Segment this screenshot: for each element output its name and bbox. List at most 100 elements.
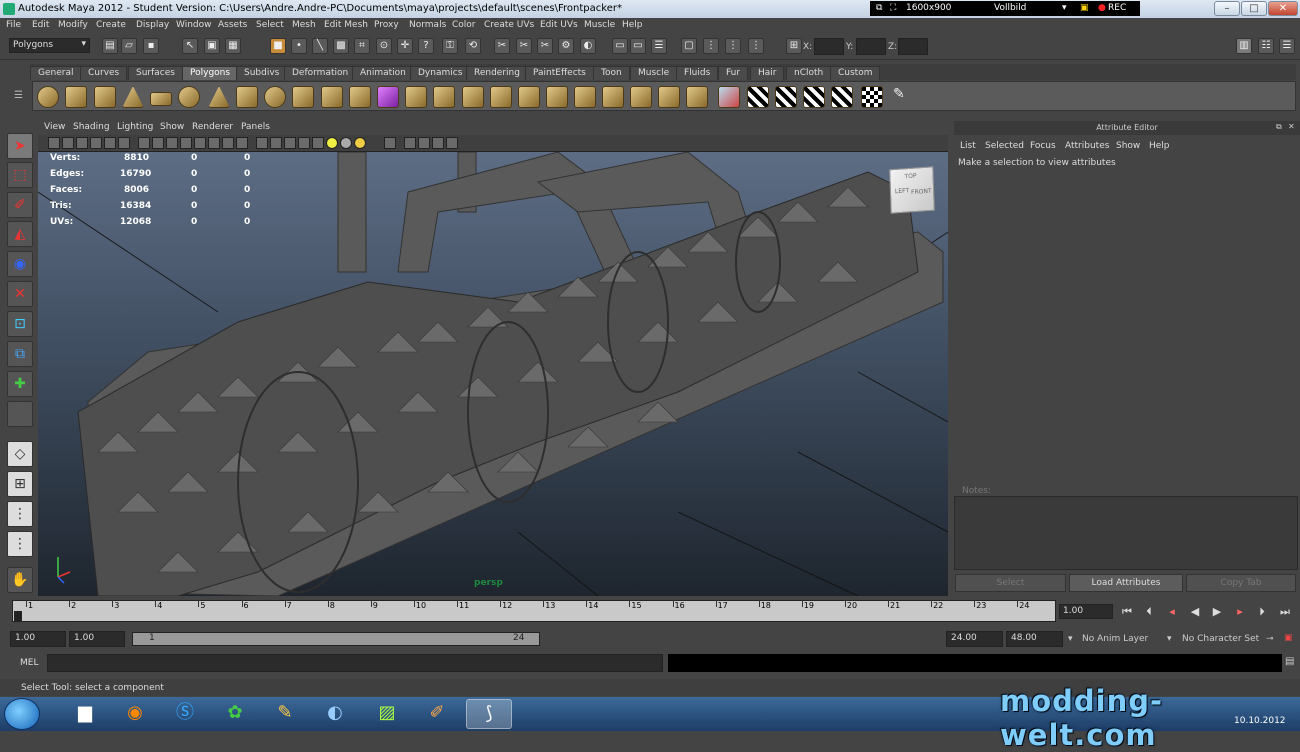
menu-muscle[interactable]: Muscle xyxy=(584,20,615,30)
single-perspective-layout-icon[interactable]: ◇ xyxy=(7,441,33,467)
z-field[interactable] xyxy=(898,38,928,55)
two-d-pan-icon[interactable] xyxy=(104,137,116,149)
notes-textarea[interactable] xyxy=(954,496,1298,570)
snap-curve-icon[interactable]: ⊙ xyxy=(376,38,392,54)
lock-icon[interactable]: ⚿ xyxy=(442,38,458,54)
shelf-tab-fluids[interactable]: Fluids xyxy=(676,66,719,80)
wedge-face-icon[interactable] xyxy=(630,86,652,108)
recorder-dropdown-icon[interactable]: ▾ xyxy=(1062,3,1067,13)
default-light-icon[interactable] xyxy=(354,137,366,149)
extract-icon[interactable] xyxy=(349,86,371,108)
menu-select[interactable]: Select xyxy=(256,20,284,30)
float-panel-icon[interactable]: ⧉ xyxy=(1276,122,1286,132)
anim-layer-dropdown[interactable]: No Anim Layer xyxy=(1082,634,1148,644)
close-button[interactable]: ✕ xyxy=(1268,1,1298,16)
extrude-icon[interactable] xyxy=(433,86,455,108)
rotate-tool-icon[interactable]: ◉ xyxy=(7,251,33,277)
shelf-tab-fur[interactable]: Fur xyxy=(718,66,749,80)
attr-menu-attributes[interactable]: Attributes xyxy=(1065,141,1109,151)
menu-help[interactable]: Help xyxy=(622,20,643,30)
shelf-tab-hair[interactable]: Hair xyxy=(750,66,785,80)
outliner-icon[interactable]: ☰ xyxy=(651,38,667,54)
show-manipulator-icon[interactable]: ✚ xyxy=(7,371,33,397)
transform-field-icon[interactable]: ⊞ xyxy=(786,38,802,54)
camera-icon[interactable]: ▣ xyxy=(1080,3,1089,13)
smooth-icon[interactable] xyxy=(377,86,399,108)
attr-menu-list[interactable]: List xyxy=(960,141,976,151)
attr-menu-focus[interactable]: Focus xyxy=(1030,141,1056,151)
hypergraph-icon[interactable]: ✋ xyxy=(7,567,33,593)
poly-cylinder-icon[interactable] xyxy=(94,86,116,108)
playback-start-field[interactable]: 1.00 xyxy=(69,631,125,647)
safe-action-icon[interactable] xyxy=(208,137,220,149)
panel-menu-show[interactable]: Show xyxy=(160,122,184,132)
poly-cube-icon[interactable] xyxy=(65,86,87,108)
perspective-viewport[interactable]: Verts: 8810 0 0 Edges: 16790 0 0 Faces: 8006 0 0 … xyxy=(38,152,948,596)
image-plane-icon[interactable] xyxy=(90,137,102,149)
view-cube-left[interactable]: LEFT xyxy=(895,187,909,195)
time-slider[interactable] xyxy=(12,600,1056,622)
shelf-tab-subdivs[interactable]: Subdivs xyxy=(236,66,288,80)
step-back-frame-icon[interactable]: ◂ xyxy=(1163,604,1181,620)
combine-icon[interactable] xyxy=(292,86,314,108)
channel-box-show-icon[interactable]: ☰ xyxy=(1279,38,1295,54)
poly-cone-icon[interactable] xyxy=(122,86,144,108)
select-by-object-icon[interactable]: ▣ xyxy=(204,38,220,54)
spherical-mapping-icon[interactable] xyxy=(803,86,825,108)
attr-menu-show[interactable]: Show xyxy=(1116,141,1140,151)
cylindrical-mapping-icon[interactable] xyxy=(775,86,797,108)
close-panel-icon[interactable]: ✕ xyxy=(1288,122,1298,132)
last-tool-icon[interactable] xyxy=(7,401,33,427)
panel-menu-shading[interactable]: Shading xyxy=(73,122,110,132)
shelf-tab-toon[interactable]: Toon xyxy=(593,66,630,80)
panel-menu-lighting[interactable]: Lighting xyxy=(117,122,153,132)
automatic-mapping-icon[interactable] xyxy=(831,86,853,108)
paint-app-icon[interactable]: ✐ xyxy=(414,699,460,729)
select-vertex-icon[interactable]: • xyxy=(291,38,307,54)
shelf-options-icon[interactable]: ☰ xyxy=(14,90,26,104)
gate-mask-icon[interactable] xyxy=(180,137,192,149)
select-by-hierarchy-icon[interactable]: ↖ xyxy=(182,38,198,54)
media-app-icon[interactable]: ◐ xyxy=(312,699,358,729)
offset-edge-loop-icon[interactable] xyxy=(546,86,568,108)
lasso-tool-icon[interactable]: ⬚ xyxy=(7,162,33,188)
load-attributes-button[interactable]: Load Attributes xyxy=(1069,574,1183,592)
wireframe-icon[interactable] xyxy=(236,137,248,149)
shelf-tab-ncloth[interactable]: nCloth xyxy=(786,66,832,80)
open-scene-icon[interactable]: ▱ xyxy=(121,38,137,54)
poly-pipe-icon[interactable] xyxy=(236,86,258,108)
rec-label[interactable]: REC xyxy=(1108,3,1126,13)
menu-window[interactable]: Window xyxy=(176,20,212,30)
recorder-mode[interactable]: Vollbild xyxy=(994,3,1026,13)
shelf-tab-painteffects[interactable]: PaintEffects xyxy=(525,66,594,80)
menu-edit-uvs[interactable]: Edit UVs xyxy=(540,20,578,30)
persp-outliner-layout-icon[interactable]: ⋮ xyxy=(7,501,33,527)
menu-edit[interactable]: Edit xyxy=(32,20,49,30)
bevel-icon[interactable] xyxy=(405,86,427,108)
poly-sphere-icon[interactable] xyxy=(37,86,59,108)
shelf-tab-curves[interactable]: Curves xyxy=(80,66,128,80)
ipr-render-icon[interactable]: ✂ xyxy=(537,38,553,54)
step-forward-key-icon[interactable]: ⏵ xyxy=(1253,604,1271,620)
y-field[interactable] xyxy=(856,38,886,55)
menu-set-dropdown[interactable]: Polygons xyxy=(9,38,90,53)
menu-edit-mesh[interactable]: Edit Mesh xyxy=(324,20,368,30)
help-query-icon[interactable]: ? xyxy=(418,38,434,54)
planar-mapping-icon[interactable] xyxy=(747,86,769,108)
persp-graph-layout-icon[interactable]: ⋮ xyxy=(7,531,33,557)
playback-end-field[interactable]: 24.00 xyxy=(946,631,1003,647)
panel-menu-view[interactable]: View xyxy=(44,122,65,132)
scale-tool-icon[interactable]: ✕ xyxy=(7,281,33,307)
menu-proxy[interactable]: Proxy xyxy=(374,20,399,30)
high-quality-icon[interactable] xyxy=(404,137,416,149)
shelf-tab-surfaces[interactable]: Surfaces xyxy=(128,66,183,80)
menu-create-uvs[interactable]: Create UVs xyxy=(484,20,534,30)
menu-normals[interactable]: Normals xyxy=(409,20,446,30)
xray-icon[interactable] xyxy=(298,137,310,149)
save-scene-icon[interactable]: ▪ xyxy=(143,38,159,54)
render-view-icon[interactable]: ✂ xyxy=(494,38,510,54)
shelf-tab-deformation[interactable]: Deformation xyxy=(284,66,357,80)
select-uv-icon[interactable]: ▩ xyxy=(333,38,349,54)
recorder-resolution[interactable]: 1600x900 xyxy=(906,3,951,13)
select-camera-icon[interactable] xyxy=(48,137,60,149)
